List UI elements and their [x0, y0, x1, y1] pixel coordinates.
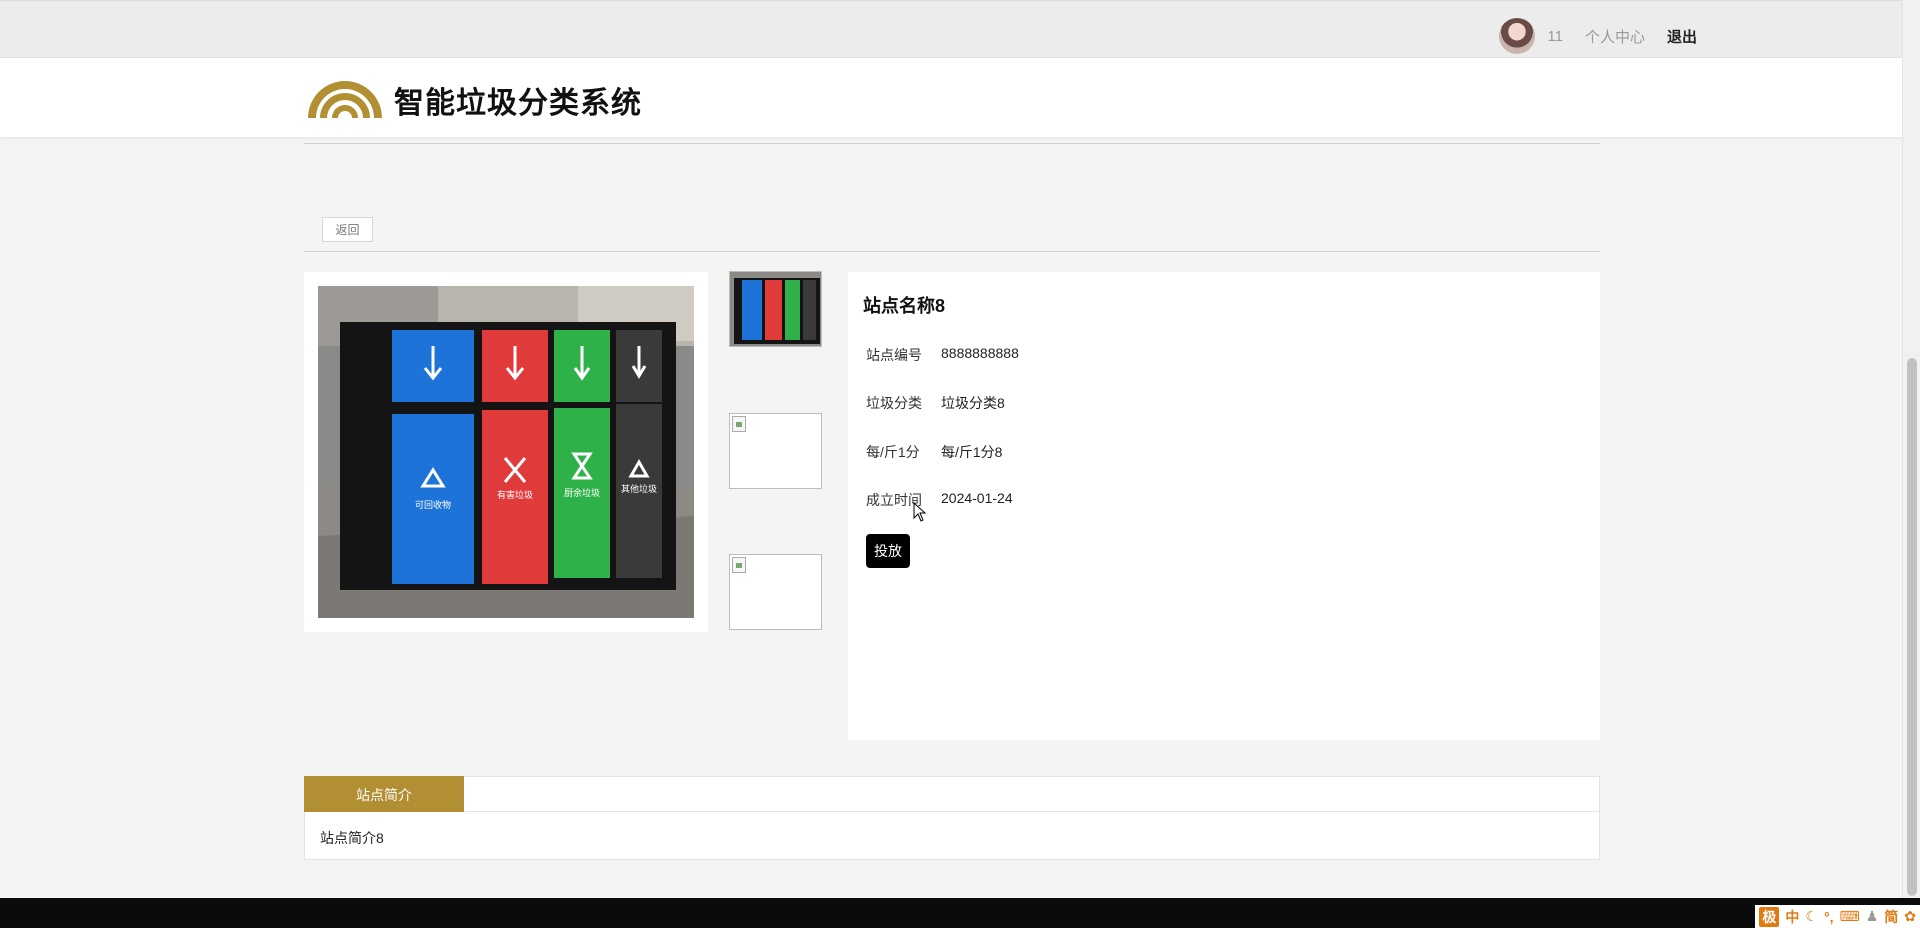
- info-label: 每/斤1分: [866, 444, 920, 460]
- info-value: 每/斤1分8: [941, 444, 1003, 460]
- broken-image-icon: [732, 416, 746, 432]
- info-row-date: 成立时间 2024-01-24: [866, 490, 1013, 510]
- avatar[interactable]: [1499, 18, 1536, 54]
- simplified-toggle[interactable]: 简: [1884, 907, 1898, 927]
- info-label: 站点编号: [866, 347, 922, 363]
- moon-icon[interactable]: ☾: [1805, 908, 1818, 925]
- info-label: 垃圾分类: [866, 395, 922, 411]
- keyboard-icon[interactable]: ⌨: [1839, 908, 1859, 925]
- taskbar: 极 中 ☾ °, ⌨ ♟ 简 ✿: [0, 898, 1920, 928]
- thumbnail-1[interactable]: [729, 271, 822, 347]
- bin-label-food: 厨余垃圾: [564, 487, 600, 499]
- ime-language-toggle[interactable]: 中: [1785, 907, 1799, 927]
- mouse-cursor-icon: [913, 502, 927, 522]
- station-info-panel: 站点名称8 站点编号 8888888888 垃圾分类 垃圾分类8 每/斤1分 每…: [848, 272, 1600, 740]
- info-value: 垃圾分类8: [941, 395, 1005, 411]
- bin-label-recyclable: 可回收物: [415, 499, 451, 511]
- username: 11: [1547, 27, 1563, 45]
- tab-bar: 站点简介: [304, 776, 1600, 813]
- divider: [304, 143, 1600, 144]
- logout-link[interactable]: 退出: [1667, 26, 1697, 47]
- info-label: 成立时间: [866, 492, 922, 508]
- site-title: 智能垃圾分类系统: [394, 87, 642, 120]
- system-tray: 极 中 ☾ °, ⌨ ♟ 简 ✿: [1755, 905, 1920, 928]
- drop-button[interactable]: 投放: [866, 534, 910, 568]
- thumbnail-3[interactable]: [729, 554, 822, 630]
- scrollbar-thumb[interactable]: [1907, 358, 1917, 896]
- tab-station-intro[interactable]: 站点简介: [304, 776, 464, 813]
- back-button[interactable]: 返回: [322, 217, 373, 242]
- main-image[interactable]: 可回收物 有害垃圾 厨余垃圾 其他垃圾: [318, 286, 694, 618]
- bin-label-other: 其他垃圾: [621, 483, 657, 495]
- bin-label-hazardous: 有害垃圾: [497, 489, 533, 501]
- info-value: 2024-01-24: [941, 490, 1013, 506]
- info-row-code: 站点编号 8888888888: [866, 345, 1019, 365]
- site-header: 智能垃圾分类系统: [0, 58, 1902, 138]
- info-value: 8888888888: [941, 345, 1019, 361]
- top-bar: 11 个人中心 退出: [0, 0, 1902, 58]
- thumbnail-photo: [730, 272, 821, 346]
- main-image-frame: 可回收物 有害垃圾 厨余垃圾 其他垃圾: [304, 272, 708, 632]
- profile-link[interactable]: 个人中心: [1585, 26, 1645, 47]
- info-row-category: 垃圾分类 垃圾分类8: [866, 393, 1005, 413]
- page-scrollbar[interactable]: [1902, 0, 1920, 898]
- gear-icon[interactable]: ✿: [1904, 908, 1916, 925]
- punctuation-icon[interactable]: °,: [1824, 909, 1834, 925]
- ime-logo-icon[interactable]: 极: [1759, 906, 1780, 927]
- user-area: 11 个人中心 退出: [1499, 17, 1697, 55]
- broken-image-icon: [732, 557, 746, 573]
- user-icon[interactable]: ♟: [1866, 908, 1879, 925]
- tab-content: 站点简介8: [304, 812, 1600, 860]
- divider: [304, 251, 1600, 252]
- thumbnail-2[interactable]: [729, 413, 822, 489]
- station-name: 站点名称8: [863, 296, 946, 316]
- logo-icon: [308, 81, 382, 118]
- info-row-price: 每/斤1分 每/斤1分8: [866, 442, 1002, 462]
- trash-bins-photo: 可回收物 有害垃圾 厨余垃圾 其他垃圾: [318, 286, 694, 618]
